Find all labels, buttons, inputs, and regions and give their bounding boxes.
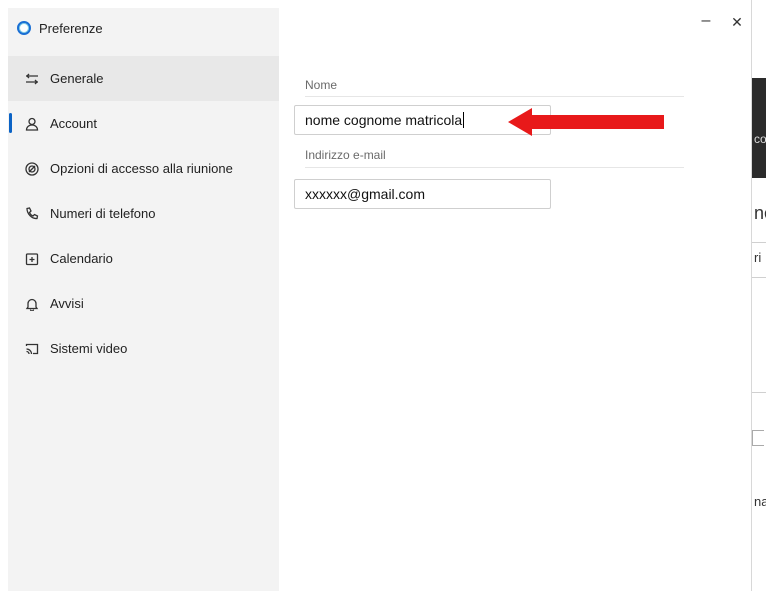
sidebar-item-calendario[interactable]: Calendario	[8, 236, 279, 281]
sidebar-item-label: Sistemi video	[50, 341, 128, 356]
sidebar-item-sistemi-video[interactable]: Sistemi video	[8, 326, 279, 371]
sidebar-item-label: Opzioni di accesso alla riunione	[50, 161, 233, 176]
sliders-icon	[24, 71, 40, 87]
window-title: Preferenze	[39, 20, 103, 36]
background-dark-bar: co	[750, 78, 766, 178]
email-input-value: xxxxxx@gmail.com	[305, 186, 426, 202]
name-label: Nome	[305, 78, 338, 92]
sidebar-item-account[interactable]: Account	[8, 101, 279, 146]
minimize-button[interactable]: –	[696, 12, 716, 30]
email-divider	[305, 167, 684, 168]
calendar-icon	[24, 251, 40, 267]
sidebar-item-label: Avvisi	[50, 296, 84, 311]
background-divider	[750, 242, 766, 243]
preferences-dialog: Preferenze Generale Account Opzioni di a…	[0, 0, 752, 591]
background-divider	[750, 392, 766, 393]
close-button[interactable]: ✕	[727, 14, 747, 31]
sidebar-item-label: Calendario	[50, 251, 113, 266]
app-logo-icon	[17, 21, 31, 35]
annotation-arrow-icon	[508, 108, 664, 136]
target-icon	[24, 161, 40, 177]
sidebar-item-generale[interactable]: Generale	[8, 56, 279, 101]
background-divider	[750, 277, 766, 278]
sidebar-item-avvisi[interactable]: Avvisi	[8, 281, 279, 326]
sidebar-item-label: Generale	[50, 71, 104, 86]
sidebar-nav: Generale Account Opzioni di accesso alla…	[8, 56, 279, 371]
sidebar: Preferenze Generale Account Opzioni di a…	[8, 8, 279, 591]
cast-icon	[24, 341, 40, 357]
email-input[interactable]: xxxxxx@gmail.com	[294, 179, 551, 209]
name-input-value: nome cognome matricola	[305, 112, 463, 128]
sidebar-item-opzioni-accesso[interactable]: Opzioni di accesso alla riunione	[8, 146, 279, 191]
user-icon	[24, 116, 40, 132]
background-window: co ne ri na	[750, 0, 766, 591]
sidebar-item-numeri-telefono[interactable]: Numeri di telefono	[8, 191, 279, 236]
background-checkbox	[752, 430, 764, 446]
email-label: Indirizzo e-mail	[305, 148, 386, 162]
background-text: ne	[754, 203, 766, 223]
background-text: na	[754, 494, 766, 509]
bell-icon	[24, 296, 40, 312]
name-divider	[305, 96, 684, 97]
phone-icon	[24, 206, 40, 222]
title-bar: Preferenze	[8, 8, 279, 48]
background-text: co	[754, 132, 766, 146]
background-text: ri	[754, 250, 762, 265]
sidebar-item-label: Account	[50, 116, 97, 131]
dialog-left-edge	[0, 0, 8, 591]
sidebar-item-label: Numeri di telefono	[50, 206, 156, 221]
text-cursor	[463, 112, 465, 128]
